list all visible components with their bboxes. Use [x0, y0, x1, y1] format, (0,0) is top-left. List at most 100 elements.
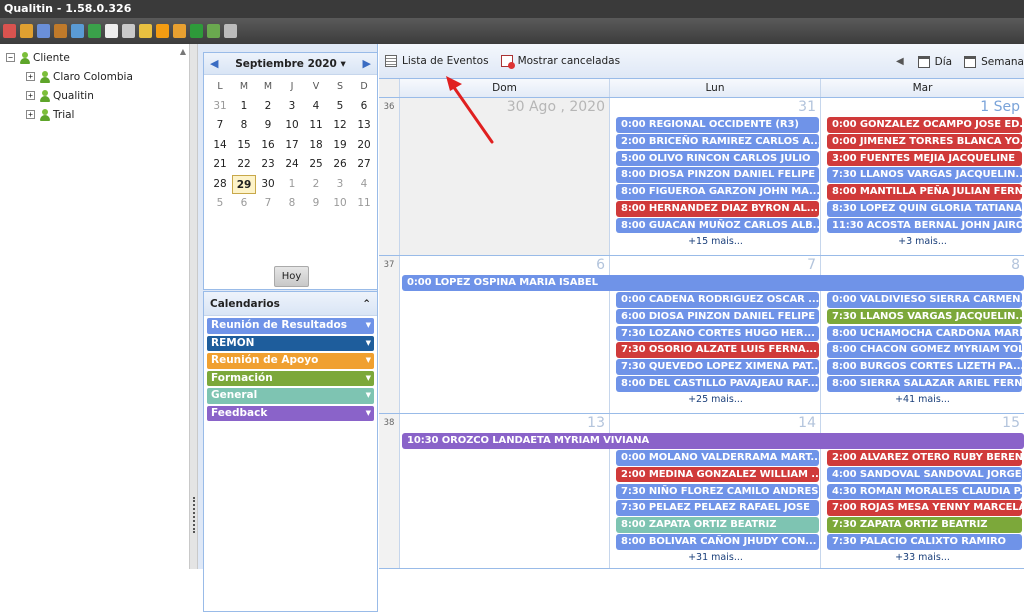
event-item[interactable]: 0:00 VALDIVIESO SIERRA CARMEN...	[827, 292, 1022, 308]
mini-calendar-day[interactable]: 1	[232, 97, 256, 117]
collapse-up-icon[interactable]: ⌃	[362, 298, 371, 310]
event-item[interactable]: 7:00 ROJAS MESA YENNY MARCELA	[827, 500, 1022, 516]
event-item[interactable]: 0:00 MOLANO VALDERRAMA MART...	[616, 450, 819, 466]
event-bar[interactable]: 0:00 LOPEZ OSPINA MARIA ISABEL	[402, 275, 1024, 291]
users-icon[interactable]	[207, 24, 220, 38]
more-events-link[interactable]: +3 mais...	[821, 236, 1024, 247]
dropdown-icon[interactable]: ▼	[366, 336, 374, 351]
mini-calendar-day[interactable]: 12	[328, 116, 352, 136]
mini-calendar-day[interactable]: 5	[208, 194, 232, 214]
event-item[interactable]: 7:30 PALACIO CALIXTO RAMIRO	[827, 534, 1022, 550]
dropdown-icon[interactable]: ▼	[366, 406, 374, 421]
event-bar[interactable]: 10:30 OROZCO LANDAETA MYRIAM VIVIANA	[402, 433, 1024, 449]
more-events-link[interactable]: +25 mais...	[610, 394, 821, 405]
event-item[interactable]: 8:30 LOPEZ QUIN GLORIA TATIANA	[827, 201, 1022, 217]
event-item[interactable]: 7:30 ZAPATA ORTIZ BEATRIZ	[827, 517, 1022, 533]
mini-calendar-day[interactable]: 4	[352, 175, 376, 195]
day-number[interactable]: 8	[1011, 257, 1020, 273]
mini-calendar-day[interactable]: 7	[208, 116, 232, 136]
day-number[interactable]: 13	[587, 415, 605, 431]
more-events-link[interactable]: +31 mais...	[610, 552, 821, 563]
mini-calendar-day[interactable]: 18	[304, 136, 328, 156]
month-picker[interactable]: Septiembre 2020 ▾	[235, 58, 346, 70]
expand-icon[interactable]: +	[26, 91, 35, 100]
prev-arrow-icon[interactable]: ◀	[896, 56, 910, 67]
week-view-button[interactable]: Semana	[960, 52, 1024, 72]
mini-calendar-day[interactable]: 8	[232, 116, 256, 136]
dropdown-icon[interactable]: ▼	[366, 353, 374, 368]
mini-calendar-day[interactable]: 25	[304, 155, 328, 175]
calendar-item[interactable]: Reunión de Apoyo ▼	[207, 353, 374, 369]
mini-calendar-day[interactable]: 5	[328, 97, 352, 117]
event-item[interactable]: 2:00 ALVAREZ OTERO RUBY BERENA	[827, 450, 1022, 466]
day-number[interactable]: 6	[596, 257, 605, 273]
event-item[interactable]: 8:00 GUACAN MUÑOZ CARLOS ALB...	[616, 217, 819, 234]
calendar-item[interactable]: Feedback ▼	[207, 405, 374, 421]
mini-calendar-day[interactable]: 14	[208, 136, 232, 156]
event-item[interactable]: 8:00 HERNANDEZ DIAZ BYRON AL...	[616, 201, 819, 217]
day-number[interactable]: 15	[1002, 415, 1020, 431]
shield-icon[interactable]	[139, 24, 152, 38]
mini-calendar-day[interactable]: 31	[208, 97, 232, 117]
event-item[interactable]: 8:00 MANTILLA PEÑA JULIAN FERN...	[827, 184, 1022, 200]
event-item[interactable]: 11:30 ACOSTA BERNAL JOHN JAIRO	[827, 217, 1022, 234]
event-item[interactable]: 6:00 DIOSA PINZON DANIEL FELIPE	[616, 308, 819, 325]
report-icon[interactable]	[173, 24, 186, 38]
event-item[interactable]: 8:00 BOLIVAR CAÑON JHUDY CON...	[616, 534, 819, 550]
mini-calendar-day[interactable]: 21	[208, 155, 232, 175]
event-item[interactable]: 0:00 CADENA RODRIGUEZ OSCAR ...	[616, 292, 819, 308]
day-number[interactable]: 31	[798, 99, 816, 115]
more-events-link[interactable]: +41 mais...	[821, 394, 1024, 405]
more-events-link[interactable]: +15 mais...	[610, 236, 821, 247]
event-item[interactable]: 0:00 GONZALEZ OCAMPO JOSE ED...	[827, 117, 1022, 133]
mini-calendar-day[interactable]: 29	[232, 174, 256, 194]
day-number[interactable]: 30 Ago , 2020	[507, 99, 605, 115]
event-item[interactable]: 2:00 MEDINA GONZALEZ WILLIAM ...	[616, 466, 819, 483]
event-item[interactable]: 2:00 BRICEÑO RAMIREZ CARLOS A...	[616, 133, 819, 150]
mini-calendar-day[interactable]: 11	[304, 116, 328, 136]
day-view-button[interactable]: Día	[914, 52, 956, 72]
prev-month-icon[interactable]: ◀	[210, 57, 218, 70]
mini-calendar-day[interactable]: 16	[256, 136, 280, 156]
mini-calendar-day[interactable]: 11	[352, 194, 376, 214]
mini-calendar-day[interactable]: 6	[232, 194, 256, 214]
mini-calendar-day[interactable]: 27	[352, 155, 376, 175]
event-item[interactable]: 7:30 OSORIO ALZATE LUIS FERNA...	[616, 342, 819, 358]
event-item[interactable]: 8:00 ZAPATA ORTIZ BEATRIZ	[616, 517, 819, 533]
mini-calendar-day[interactable]: 30	[256, 175, 280, 195]
mini-calendar-day[interactable]: 6	[352, 97, 376, 117]
event-item[interactable]: 4:00 SANDOVAL SANDOVAL JORGE...	[827, 466, 1022, 483]
dropdown-icon[interactable]: ▼	[366, 371, 374, 386]
calendar-item[interactable]: General ▼	[207, 388, 374, 404]
event-item[interactable]: 7:30 LOZANO CORTES HUGO HER...	[616, 325, 819, 342]
scroll-up-icon[interactable]: ▲	[180, 47, 186, 56]
flag-icon[interactable]	[190, 24, 203, 38]
show-cancelled-button[interactable]: Mostrar canceladas	[495, 51, 627, 71]
mini-calendar-day[interactable]: 3	[328, 175, 352, 195]
mini-calendar-day[interactable]: 8	[280, 194, 304, 214]
tree-node-claro[interactable]: + Claro Colombia	[6, 67, 183, 86]
event-item[interactable]: 8:00 DEL CASTILLO PAVAJEAU RAF...	[616, 376, 819, 392]
mini-calendar-day[interactable]: 7	[256, 194, 280, 214]
event-item[interactable]: 8:00 FIGUEROA GARZON JOHN MA...	[616, 184, 819, 200]
event-item[interactable]: 7:30 QUEVEDO LOPEZ XIMENA PAT...	[616, 359, 819, 375]
calendar-icon[interactable]	[37, 24, 50, 38]
mini-calendar-day[interactable]: 23	[256, 155, 280, 175]
print-icon[interactable]	[105, 24, 118, 38]
document-icon[interactable]	[71, 24, 84, 38]
event-item[interactable]: 7:30 LLANOS VARGAS JACQUELIN...	[827, 308, 1022, 325]
mini-calendar-day[interactable]: 17	[280, 136, 304, 156]
tree-node-root[interactable]: − Cliente	[6, 48, 183, 67]
event-item[interactable]: 8:00 CHACON GOMEZ MYRIAM YOL...	[827, 342, 1022, 358]
day-cell[interactable]: 30 Ago , 2020	[400, 98, 610, 255]
mini-calendar-day[interactable]: 20	[352, 136, 376, 156]
next-month-icon[interactable]: ▶	[363, 57, 371, 70]
mini-calendar-day[interactable]: 3	[280, 97, 304, 117]
mini-calendar-day[interactable]: 26	[328, 155, 352, 175]
calendar-item[interactable]: REMON ▼	[207, 335, 374, 351]
dot-icon[interactable]	[156, 24, 169, 38]
today-button[interactable]: Hoy	[274, 266, 309, 287]
tree-node-qualitin[interactable]: + Qualitin	[6, 86, 183, 105]
event-item[interactable]: 3:00 FUENTES MEJIA JACQUELINE	[827, 150, 1022, 167]
event-item[interactable]: 8:00 SIERRA SALAZAR ARIEL FERN...	[827, 376, 1022, 392]
